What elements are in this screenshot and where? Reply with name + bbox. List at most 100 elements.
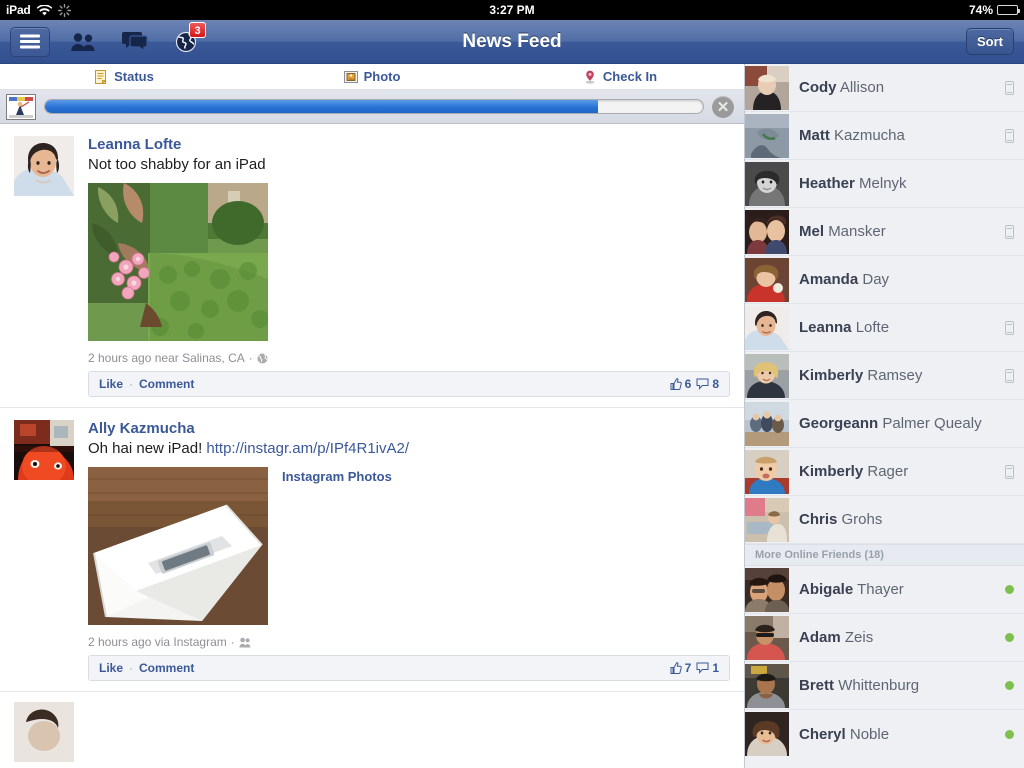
friend-first-name: Brett <box>799 677 835 694</box>
cancel-upload-button[interactable]: ✕ <box>712 95 734 118</box>
friend-list-item[interactable]: Matt Kazmucha <box>745 112 1024 160</box>
post-author-name-partial[interactable] <box>88 702 730 720</box>
avatar-ally-kazmucha[interactable] <box>14 420 74 480</box>
friend-list-item[interactable]: Heather Melnyk <box>745 160 1024 208</box>
wifi-icon <box>36 4 52 15</box>
online-friend-list-item[interactable]: Abigale Thayer <box>745 566 1024 614</box>
post-meta-separator: · <box>230 635 235 649</box>
online-friend-list-item[interactable]: Cheryl Noble <box>745 710 1024 758</box>
friend-list-item[interactable]: Cody Allison <box>745 64 1024 112</box>
post-meta-separator: · <box>248 351 253 365</box>
post-metadata: 2 hours ago via Instagram · <box>88 635 730 649</box>
like-button[interactable]: Like <box>99 661 123 675</box>
friend-last-name: Melnyk <box>859 175 907 192</box>
avatar-next-post[interactable] <box>14 702 74 762</box>
friend-name: Brett Whittenburg <box>799 677 1005 694</box>
post-actions-bar: Like · Comment 6 8 <box>88 371 730 397</box>
avatar-heather-melnyk <box>745 161 789 206</box>
hamburger-menu-icon <box>20 34 40 49</box>
friend-first-name: Matt <box>799 127 830 144</box>
friend-first-name: Abigale <box>799 581 854 598</box>
composer-checkin-button[interactable]: Check In <box>496 64 744 89</box>
thumbs-up-icon <box>670 662 682 674</box>
friend-last-name: Zeis <box>844 629 874 646</box>
composer-bar: Status Photo Check In <box>0 64 744 90</box>
mobile-icon <box>1005 368 1014 383</box>
status-bar: iPad 3:27 PM 74% <box>0 0 1024 20</box>
post-timestamp: 2 hours ago near Salinas, CA <box>88 351 245 365</box>
online-status-dot <box>1005 681 1014 690</box>
action-separator: · <box>129 377 134 391</box>
upload-thumbnail-image <box>7 94 35 119</box>
comment-button[interactable]: Comment <box>139 661 194 675</box>
nav-left-group: 3 <box>10 21 206 57</box>
battery-percent-label: 74% <box>968 3 993 17</box>
comment-count-group: 8 <box>696 377 719 391</box>
friend-list-item[interactable]: Chris Grohs <box>745 496 1024 544</box>
friend-list-item[interactable]: Georgeann Palmer Quealy <box>745 400 1024 448</box>
upload-progress-bar <box>44 99 704 114</box>
mobile-icon <box>1005 80 1014 95</box>
avatar-leanna-lofte[interactable] <box>14 136 74 196</box>
more-online-friends-header: More Online Friends (18) <box>745 544 1024 566</box>
news-feed-column[interactable]: Status Photo Check In ✕ Leanna Lofte Not… <box>0 64 745 768</box>
friend-list-item[interactable]: Kimberly Rager <box>745 448 1024 496</box>
friend-last-name: Whittenburg <box>838 677 920 694</box>
friend-name: Matt Kazmucha <box>799 127 1005 144</box>
friend-last-name: Thayer <box>857 581 904 598</box>
post-message-text: Oh hai new iPad! <box>88 440 207 457</box>
status-bar-clock: 3:27 PM <box>489 3 535 17</box>
friend-name: Mel Mansker <box>799 223 1005 240</box>
friend-last-name: Day <box>862 271 890 288</box>
activity-spinner-icon <box>57 3 71 17</box>
post-photo-ipad-box[interactable] <box>88 467 268 625</box>
friend-requests-button[interactable] <box>64 27 102 57</box>
online-status-dot <box>1005 585 1014 594</box>
mobile-icon <box>1005 224 1014 239</box>
friend-first-name: Georgeann <box>799 415 879 432</box>
like-count-group: 6 <box>670 377 692 391</box>
upload-progress-row: ✕ <box>0 90 744 124</box>
friend-list-item[interactable]: Kimberly Ramsey <box>745 352 1024 400</box>
avatar-leanna-lofte <box>745 305 789 350</box>
mobile-icon <box>1005 464 1014 479</box>
friend-name: Cheryl Noble <box>799 726 1005 743</box>
notifications-button[interactable]: 3 <box>168 21 206 57</box>
like-count: 6 <box>684 377 692 391</box>
mobile-icon <box>1005 320 1014 335</box>
post-author-name[interactable]: Ally Kazmucha <box>88 420 730 438</box>
friend-last-name: Palmer Quealy <box>882 415 982 432</box>
avatar-mel-mansker <box>745 209 789 254</box>
post-photo-garden-flowers[interactable] <box>88 183 268 341</box>
friend-list-item[interactable]: Mel Mansker <box>745 208 1024 256</box>
avatar-chris-grohs <box>745 497 789 542</box>
composer-checkin-label: Check In <box>602 69 658 84</box>
post-attachment[interactable] <box>88 183 730 341</box>
friend-name: Leanna Lofte <box>799 319 1005 336</box>
friends-sidebar[interactable]: Cody Allison Matt Kazmucha Heather Melny… <box>745 64 1024 768</box>
friend-list-item[interactable]: Amanda Day <box>745 256 1024 304</box>
like-button[interactable]: Like <box>99 377 123 391</box>
location-pin-icon <box>585 70 595 84</box>
composer-photo-button[interactable]: Photo <box>248 64 496 89</box>
comment-button[interactable]: Comment <box>139 377 194 391</box>
messages-icon <box>122 32 148 52</box>
post-author-name[interactable]: Leanna Lofte <box>88 136 730 154</box>
online-friend-list-item[interactable]: Brett Whittenburg <box>745 662 1024 710</box>
avatar-cody-allison <box>745 65 789 110</box>
post-timestamp: 2 hours ago via Instagram <box>88 635 227 649</box>
friend-list-item[interactable]: Leanna Lofte <box>745 304 1024 352</box>
sort-button[interactable]: Sort <box>966 28 1014 55</box>
friend-first-name: Leanna <box>799 319 852 336</box>
friend-first-name: Amanda <box>799 271 859 288</box>
post-attachment[interactable]: Instagram Photos <box>88 467 730 625</box>
attachment-title-link[interactable]: Instagram Photos <box>282 467 392 484</box>
post-inline-link[interactable]: http://instagr.am/p/IPf4R1ivA2/ <box>206 440 409 457</box>
hamburger-menu-button[interactable] <box>10 26 50 57</box>
online-friend-list-item[interactable]: Adam Zeis <box>745 614 1024 662</box>
composer-status-button[interactable]: Status <box>0 64 248 89</box>
status-bar-left: iPad <box>6 3 71 17</box>
messages-button[interactable] <box>116 27 154 57</box>
navigation-bar: 3 News Feed Sort <box>0 20 1024 64</box>
friend-first-name: Cheryl <box>799 725 846 743</box>
